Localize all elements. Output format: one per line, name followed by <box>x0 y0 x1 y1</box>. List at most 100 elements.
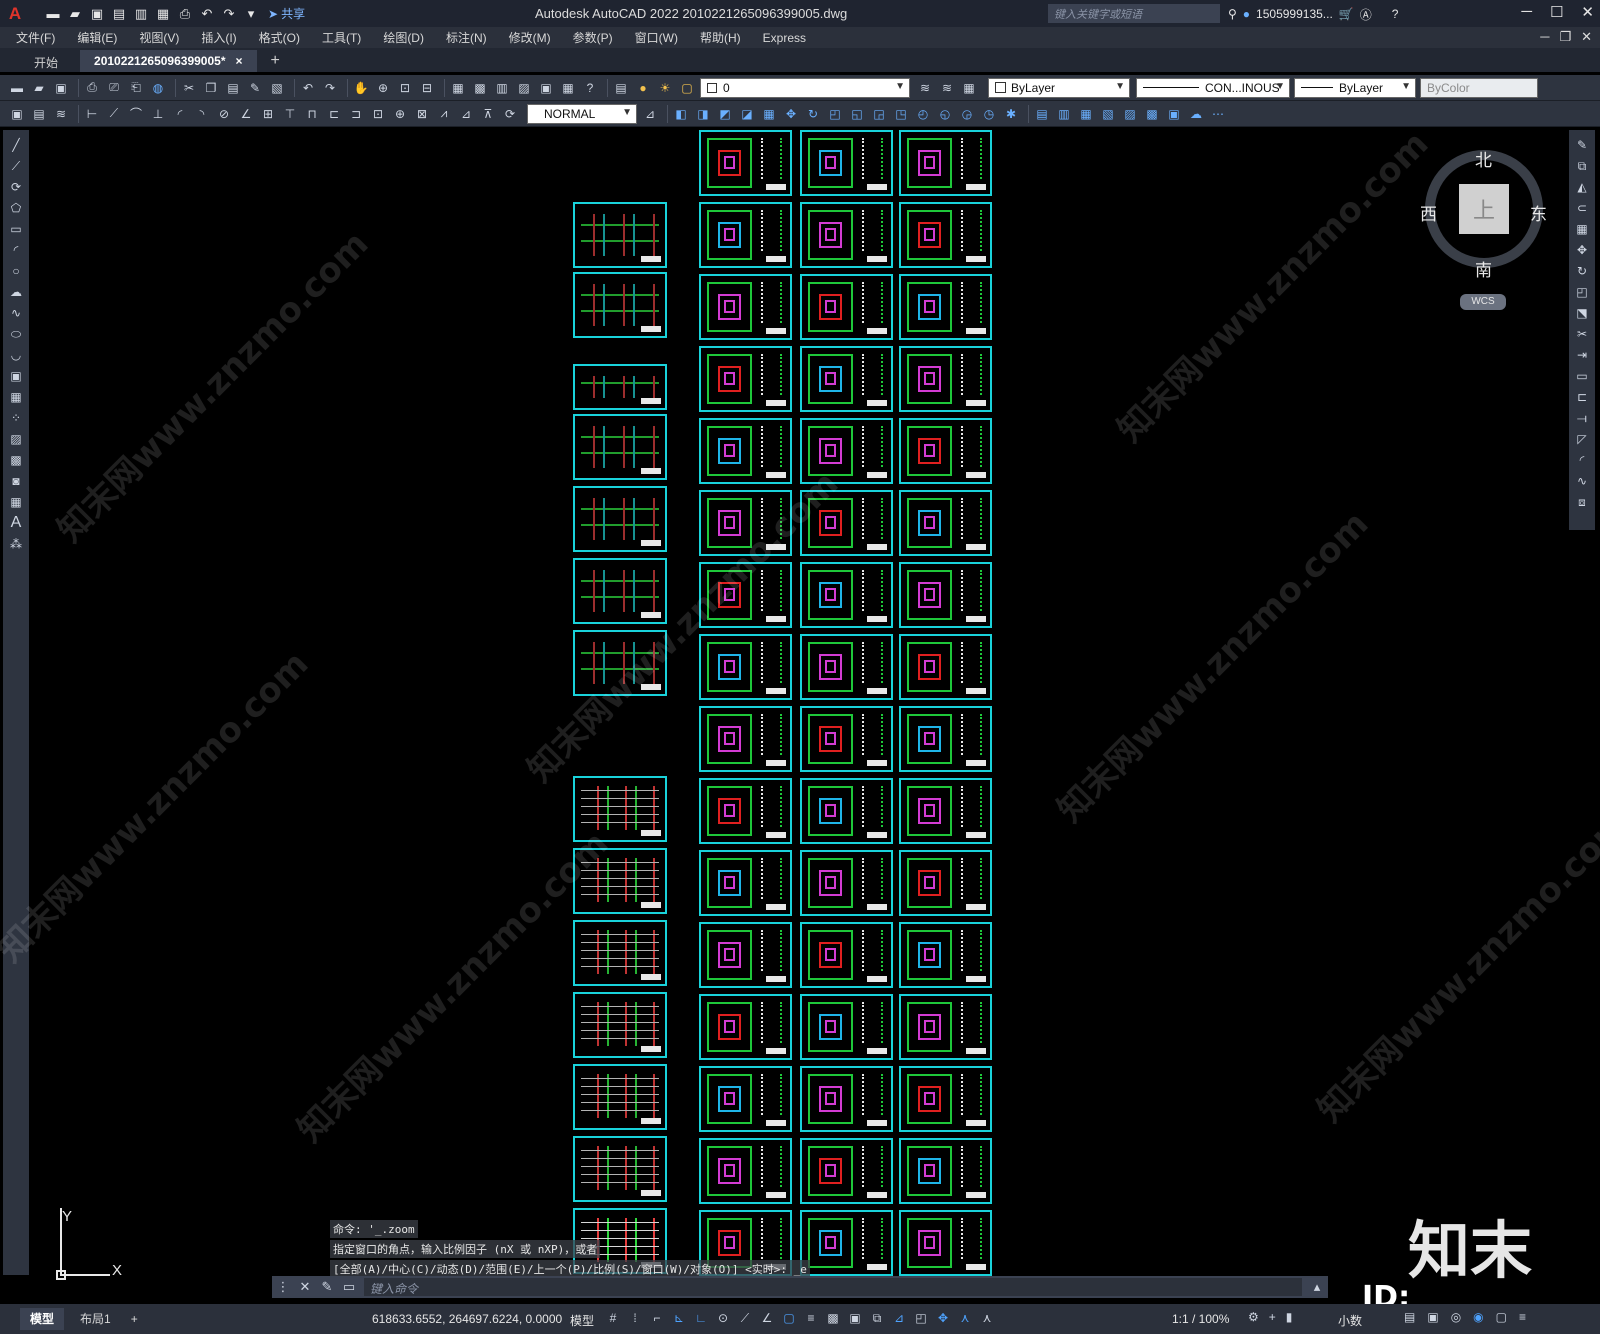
spline-icon[interactable]: ∿ <box>7 304 25 322</box>
polyline-icon[interactable]: ⟳ <box>7 178 25 196</box>
drawing-sheet[interactable] <box>899 1138 992 1204</box>
layer-properties-icon[interactable]: ▤ <box>612 79 630 97</box>
rotate-icon[interactable]: ↻ <box>1573 262 1591 280</box>
drawing-sheet[interactable] <box>800 1210 893 1276</box>
layer-thaw-icon[interactable]: ☀ <box>656 79 674 97</box>
drawing-sheet[interactable] <box>699 922 792 988</box>
help-icon[interactable]: ? <box>581 79 599 97</box>
arc-length-icon[interactable]: ⌒ <box>127 105 145 123</box>
drawing-sheet[interactable] <box>699 274 792 340</box>
save-icon[interactable]: ▣ <box>52 79 70 97</box>
drawing-sheet[interactable] <box>699 130 792 196</box>
make-current-layer-icon[interactable]: ≋ <box>916 79 934 97</box>
grip-icon[interactable]: ⋮ <box>272 1279 294 1295</box>
menu-item[interactable]: 工具(T) <box>322 29 361 46</box>
drawing-sheet[interactable] <box>699 778 792 844</box>
zoom-realtime-icon[interactable]: ⊕ <box>374 79 392 97</box>
circle-icon[interactable]: ○ <box>7 262 25 280</box>
arc-icon[interactable]: ◜ <box>7 241 25 259</box>
chamfer-icon[interactable]: ◸ <box>1573 430 1591 448</box>
annotation-visibility-icon[interactable]: ⋏ <box>958 1310 972 1326</box>
model-space-toggle[interactable]: 模型 <box>570 1312 594 1329</box>
cart-icon[interactable]: 🛒 <box>1339 7 1354 21</box>
dimstyle-combo[interactable]: NORMAL ▼ <box>527 103 637 124</box>
drawing-sheet[interactable] <box>573 202 667 268</box>
isometric-icon[interactable]: ⟋ <box>738 1310 752 1326</box>
drawing-sheet[interactable] <box>573 630 667 696</box>
drawing-sheet[interactable] <box>800 130 893 196</box>
tolerance-icon[interactable]: ⊡ <box>369 105 387 123</box>
units-readout[interactable]: 小数 <box>1338 1312 1362 1329</box>
break-icon[interactable]: ⊏ <box>1573 388 1591 406</box>
compass-east[interactable]: 东 <box>1530 200 1547 225</box>
drawing-sheet[interactable] <box>899 1066 992 1132</box>
region-icon[interactable]: ▨ <box>1121 105 1139 123</box>
drawing-sheet[interactable] <box>699 994 792 1060</box>
match-properties-icon[interactable]: ✎ <box>246 79 264 97</box>
save-as-icon[interactable]: ▤ <box>110 6 128 22</box>
layer-states-icon[interactable]: ▦ <box>960 79 978 97</box>
drawing-sheet[interactable] <box>699 418 792 484</box>
drawing-sheet[interactable] <box>899 202 992 268</box>
tab-start[interactable]: 开始 <box>20 50 72 72</box>
insert-icon[interactable]: ▤ <box>30 105 48 123</box>
customization-icon[interactable]: ≡ <box>1519 1310 1526 1324</box>
ellipse-arc-icon[interactable]: ◡ <box>7 346 25 364</box>
join-icon[interactable]: ◵ <box>936 105 954 123</box>
erase-icon[interactable]: ✎ <box>1573 136 1591 154</box>
grid-icon[interactable]: # <box>606 1310 620 1326</box>
drawing-sheet[interactable] <box>699 346 792 412</box>
infer-constraints-icon[interactable]: ⌐ <box>650 1310 664 1326</box>
block-editor-icon[interactable]: ▧ <box>268 79 286 97</box>
new-tab-button[interactable]: + <box>271 50 280 72</box>
menu-item[interactable]: 格式(O) <box>259 29 300 46</box>
region-icon[interactable]: ◙ <box>7 472 25 490</box>
break-at-point-icon[interactable]: ▭ <box>1573 367 1591 385</box>
drawing-sheet[interactable] <box>573 1136 667 1202</box>
drawing-sheet[interactable] <box>573 558 667 624</box>
selection-filter-icon[interactable]: ◰ <box>914 1310 928 1326</box>
redo-icon[interactable]: ↷ <box>220 6 238 22</box>
plotstyle-combo[interactable]: ByColor <box>1420 77 1538 98</box>
drawing-sheet[interactable] <box>573 992 667 1058</box>
boundary-icon[interactable]: ▩ <box>1143 105 1161 123</box>
drawing-sheet[interactable] <box>800 1066 893 1132</box>
wipeout-icon[interactable]: ▣ <box>1165 105 1183 123</box>
offset-icon[interactable]: ⊂ <box>1573 199 1591 217</box>
rectangle-icon[interactable]: ▭ <box>7 220 25 238</box>
menu-item[interactable]: 修改(M) <box>509 29 551 46</box>
insert-block-icon[interactable]: ▣ <box>7 367 25 385</box>
drawing-sheet[interactable] <box>899 922 992 988</box>
compass-south[interactable]: 南 <box>1475 256 1492 281</box>
drawing-sheet[interactable] <box>573 364 667 410</box>
open-icon[interactable]: ▰ <box>66 6 84 22</box>
open-icon[interactable]: ▰ <box>30 79 48 97</box>
plot-preview-icon[interactable]: ⎚ <box>105 79 123 97</box>
paste-icon[interactable]: ▤ <box>224 79 242 97</box>
offset-icon[interactable]: ◪ <box>738 105 756 123</box>
menu-item[interactable]: 插入(I) <box>201 29 236 46</box>
drawing-sheet[interactable] <box>800 634 893 700</box>
drawing-sheet[interactable] <box>699 562 792 628</box>
join-icon[interactable]: ⟞ <box>1573 409 1591 427</box>
continue-icon[interactable]: ⊓ <box>303 105 321 123</box>
drawing-sheet[interactable] <box>800 850 893 916</box>
drawing-sheet[interactable] <box>699 634 792 700</box>
draworder-icon[interactable]: ▤ <box>1033 105 1051 123</box>
aligned-dimension-icon[interactable]: ⟋ <box>105 105 123 123</box>
hardware-acceleration-icon[interactable]: ◉ <box>1473 1310 1483 1324</box>
minimize-icon[interactable]: ─ <box>1521 3 1532 21</box>
layer-previous-icon[interactable]: ≋ <box>938 79 956 97</box>
drawing-sheet[interactable] <box>800 346 893 412</box>
copy-icon[interactable]: ❐ <box>202 79 220 97</box>
share-button[interactable]: ➤ 共享 <box>268 5 305 22</box>
drawing-sheet[interactable] <box>800 418 893 484</box>
dimedit-icon[interactable]: ⊿ <box>457 105 475 123</box>
autocad-logo-icon[interactable]: A <box>0 0 30 27</box>
workspace-gear-icon[interactable]: ⚙ <box>1248 1310 1259 1324</box>
restore-icon[interactable]: ❐ <box>1559 29 1571 45</box>
jogged-linear-icon[interactable]: ⩘ <box>435 105 453 123</box>
search-input[interactable]: 键入关键字或短语 <box>1048 4 1220 23</box>
drawing-sheet[interactable] <box>800 706 893 772</box>
menu-item[interactable]: 视图(V) <box>139 29 179 46</box>
